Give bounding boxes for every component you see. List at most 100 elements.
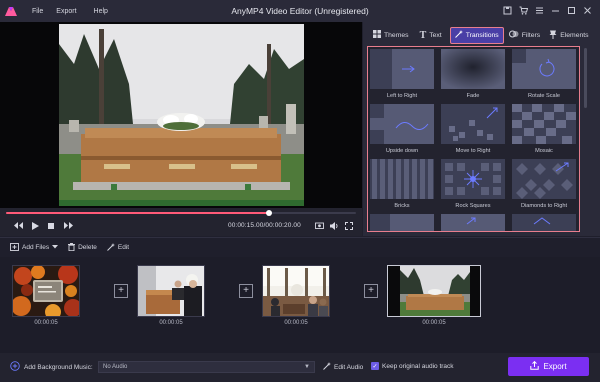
tab-filters[interactable]: Filters: [505, 27, 545, 44]
transition-thumbnail: [512, 214, 576, 231]
add-transition-button[interactable]: +: [114, 284, 128, 298]
edit-wand-icon: [323, 362, 331, 372]
text-t-icon: T: [419, 29, 427, 41]
keep-audio-checkbox[interactable]: ✓: [371, 362, 379, 370]
transition-label: Rock Squares: [455, 202, 491, 209]
effects-panel: Themes T Text Transitions Filters Elemen…: [363, 22, 600, 236]
tab-elements[interactable]: Elements: [545, 27, 592, 44]
add-music-plus-icon[interactable]: [10, 361, 20, 373]
tab-label: Elements: [560, 31, 589, 39]
transition-thumbnail: [441, 104, 505, 144]
menu-lines-icon[interactable]: [533, 3, 546, 18]
transition-thumbnail: [370, 49, 434, 89]
timeline-clip[interactable]: [12, 265, 80, 317]
add-files-label: Add Files: [22, 244, 50, 251]
transitions-scrollbar[interactable]: [584, 48, 587, 108]
transition-label: Fade: [466, 92, 480, 99]
transition-label: Diamonds to Right: [520, 202, 567, 209]
add-transition-button[interactable]: +: [364, 284, 378, 298]
progress-handle[interactable]: [265, 210, 272, 216]
player-controls: 00:00:15.00/00:00:20.00: [0, 208, 362, 236]
maximize-icon[interactable]: [565, 3, 578, 18]
themes-grid-icon: [373, 30, 381, 40]
forward-icon[interactable]: [62, 220, 74, 231]
cart-icon[interactable]: [517, 3, 530, 18]
tab-label: Transitions: [465, 31, 499, 39]
tab-text[interactable]: T Text: [416, 27, 446, 44]
clip-duration: 00:00:05: [159, 320, 183, 326]
transition-item[interactable]: [441, 214, 505, 231]
tab-transitions[interactable]: Transitions: [449, 26, 504, 44]
progress-bar[interactable]: [6, 210, 356, 216]
transition-item[interactable]: Fade: [441, 49, 505, 102]
chevron-down-icon[interactable]: [52, 244, 59, 251]
edit-audio-button[interactable]: Edit Audio: [323, 362, 363, 372]
timeline: 00:00:05 + 00:00:05 + 00:00:05 + 00:00:0…: [0, 257, 600, 353]
transition-item[interactable]: Upside down: [370, 104, 434, 157]
edit-wand-icon: [107, 242, 115, 253]
transition-item[interactable]: Rock Squares: [441, 159, 505, 212]
fullscreen-icon[interactable]: [343, 220, 355, 231]
app-logo-icon: [0, 0, 22, 22]
transition-label: Left to Right: [386, 92, 418, 99]
transition-item[interactable]: Rotate Scale: [512, 49, 576, 102]
video-preview: [0, 22, 362, 208]
transition-label: Upside down: [385, 147, 419, 154]
audio-select[interactable]: No Audio ▼: [98, 361, 315, 373]
stop-icon[interactable]: [45, 220, 57, 231]
transition-label: Rotate Scale: [527, 92, 561, 99]
add-transition-button[interactable]: +: [239, 284, 253, 298]
transitions-grid-container: Left to Right Fade Rotate Scale Upside d…: [367, 46, 580, 232]
snapshot-icon[interactable]: [313, 220, 325, 231]
add-file-icon: [10, 242, 19, 253]
bg-music-label: Add Background Music:: [24, 363, 93, 371]
menu-help[interactable]: Help: [94, 8, 108, 15]
transition-thumbnail: [441, 214, 505, 231]
transition-label: Bricks: [394, 202, 410, 209]
edit-audio-label: Edit Audio: [334, 363, 364, 371]
edit-button[interactable]: Edit: [107, 242, 129, 253]
title-bar: File Export Help AnyMP4 Video Editor (Un…: [0, 0, 600, 22]
transition-thumbnail: [512, 159, 576, 199]
minimize-icon[interactable]: [549, 3, 562, 18]
transition-item[interactable]: [512, 214, 576, 231]
transition-thumbnail: [370, 214, 434, 231]
time-total: 00:00:20.00: [265, 222, 301, 229]
transition-thumbnail: [370, 104, 434, 144]
timeline-clip[interactable]: [137, 265, 205, 317]
delete-label: Delete: [78, 244, 97, 251]
transition-item[interactable]: Diamonds to Right: [512, 159, 576, 212]
transition-label: Move to Right: [455, 147, 491, 154]
delete-button[interactable]: Delete: [68, 242, 97, 253]
transition-label: Mosaic: [535, 147, 553, 154]
keep-audio-label: Keep original audio track: [382, 362, 454, 370]
tab-label: Themes: [384, 31, 409, 39]
clip-duration: 00:00:05: [34, 320, 58, 326]
add-files-button[interactable]: Add Files: [10, 242, 59, 253]
keep-audio-option[interactable]: ✓ Keep original audio track: [371, 362, 454, 370]
timeline-clip[interactable]: [262, 265, 330, 317]
register-icon[interactable]: [501, 3, 514, 18]
export-button[interactable]: Export: [508, 357, 589, 376]
transition-item[interactable]: Left to Right: [370, 49, 434, 102]
transition-thumbnail: [441, 49, 505, 89]
close-icon[interactable]: [581, 3, 594, 18]
menu-file[interactable]: File: [32, 8, 43, 15]
play-icon[interactable]: [29, 220, 41, 231]
tab-themes[interactable]: Themes: [369, 27, 413, 44]
filters-circles-icon: [508, 30, 519, 40]
rewind-icon[interactable]: [12, 220, 24, 231]
transition-item[interactable]: [370, 214, 434, 231]
transition-item[interactable]: Mosaic: [512, 104, 576, 157]
transition-item[interactable]: Bricks: [370, 159, 434, 212]
tab-label: Text: [429, 31, 442, 39]
volume-icon[interactable]: [328, 220, 340, 231]
bottom-bar: Add Background Music: No Audio ▼ Edit Au…: [0, 353, 600, 382]
timeline-clip-selected[interactable]: [387, 265, 481, 317]
effects-tabs: Themes T Text Transitions Filters Elemen…: [363, 26, 600, 44]
background-music: Add Background Music:: [10, 361, 93, 373]
menu-export[interactable]: Export: [56, 8, 76, 15]
timecode: 00:00:15.00/00:00:20.00: [228, 222, 301, 229]
transition-thumbnail: [512, 49, 576, 89]
transition-item[interactable]: Move to Right: [441, 104, 505, 157]
